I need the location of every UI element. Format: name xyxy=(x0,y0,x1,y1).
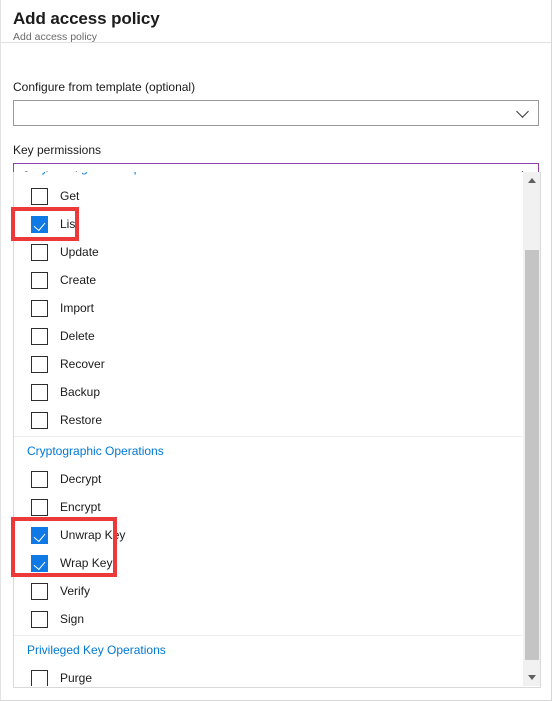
key-permissions-field-label: Key permissions xyxy=(13,143,102,157)
dropdown-option-list: Key Management Operations Get List Update Cr… xyxy=(14,172,523,686)
form-fields: Configure from template (optional) Key p… xyxy=(1,43,551,189)
checkbox-unchecked-icon[interactable] xyxy=(31,582,48,600)
dropdown-scrollbar[interactable] xyxy=(522,172,540,686)
checkbox-unchecked-icon[interactable] xyxy=(31,187,48,205)
option-label: Get xyxy=(60,189,80,203)
option-group-header: Key Management Operations xyxy=(14,172,523,182)
option-label: Sign xyxy=(60,612,85,626)
option-label: Import xyxy=(60,301,95,315)
option-row[interactable]: Sign xyxy=(14,605,523,633)
checkbox-unchecked-icon[interactable] xyxy=(31,243,48,261)
option-group-header: Privileged Key Operations xyxy=(27,643,166,657)
add-access-policy-panel: Add access policy Add access policy Conf… xyxy=(0,0,552,701)
option-row[interactable]: Decrypt xyxy=(14,465,523,493)
checkbox-unchecked-icon[interactable] xyxy=(31,327,48,345)
panel-header: Add access policy Add access policy xyxy=(1,0,551,43)
option-row[interactable]: Backup xyxy=(14,378,523,406)
scroll-up-arrow-icon[interactable] xyxy=(523,172,540,189)
option-row[interactable]: Verify xyxy=(14,577,523,605)
checkbox-checked-icon[interactable] xyxy=(31,215,48,233)
option-row[interactable]: Recover xyxy=(14,350,523,378)
option-label: Purge xyxy=(60,671,93,685)
option-row[interactable]: Import xyxy=(14,294,523,322)
option-group-header: Cryptographic Operations xyxy=(27,444,164,458)
template-field-label: Configure from template (optional) xyxy=(13,80,196,94)
option-label: Update xyxy=(60,245,99,259)
page-subtitle: Add access policy xyxy=(13,31,98,43)
option-label: Verify xyxy=(60,584,91,598)
option-label: Create xyxy=(60,273,97,287)
scrollbar-thumb[interactable] xyxy=(525,250,539,660)
option-row[interactable]: Create xyxy=(14,266,523,294)
checkbox-unchecked-icon[interactable] xyxy=(31,383,48,401)
checkbox-unchecked-icon[interactable] xyxy=(31,470,48,488)
checkbox-unchecked-icon[interactable] xyxy=(31,610,48,628)
option-row[interactable]: Unwrap Key xyxy=(14,521,523,549)
checkbox-unchecked-icon[interactable] xyxy=(31,355,48,373)
dropdown-scroll-view: Key Management Operations Get List Update Cr… xyxy=(14,172,523,686)
option-row[interactable]: Delete xyxy=(14,322,523,350)
option-label: Unwrap Key xyxy=(60,528,126,542)
option-row[interactable]: Purge xyxy=(14,664,523,686)
checkbox-checked-icon[interactable] xyxy=(31,526,48,544)
checkbox-unchecked-icon[interactable] xyxy=(31,411,48,429)
option-row[interactable]: Wrap Key xyxy=(14,549,523,577)
option-label: Delete xyxy=(60,329,95,343)
checkbox-checked-icon[interactable] xyxy=(31,554,48,572)
option-label: Recover xyxy=(60,357,105,371)
checkbox-unchecked-icon[interactable] xyxy=(31,271,48,289)
option-label: Wrap Key xyxy=(60,556,113,570)
option-label: Decrypt xyxy=(60,472,102,486)
option-row[interactable]: Get xyxy=(14,182,523,210)
option-label: Backup xyxy=(60,385,101,399)
option-row[interactable]: Update xyxy=(14,238,523,266)
scroll-down-arrow-icon[interactable] xyxy=(523,669,540,686)
option-label: Encrypt xyxy=(60,500,101,514)
option-row[interactable]: List xyxy=(14,210,523,238)
page-title: Add access policy xyxy=(13,9,160,28)
chevron-down-icon xyxy=(516,106,530,120)
checkbox-unchecked-icon[interactable] xyxy=(31,498,48,516)
option-row[interactable]: Encrypt xyxy=(14,493,523,521)
checkbox-unchecked-icon[interactable] xyxy=(31,669,48,686)
option-label: Restore xyxy=(60,413,103,427)
option-row[interactable]: Restore xyxy=(14,406,523,434)
option-label: List xyxy=(60,217,79,231)
key-permissions-dropdown: Key Management Operations Get List Update Cr… xyxy=(13,172,541,688)
checkbox-unchecked-icon[interactable] xyxy=(31,299,48,317)
configure-from-template-select[interactable] xyxy=(13,100,539,126)
